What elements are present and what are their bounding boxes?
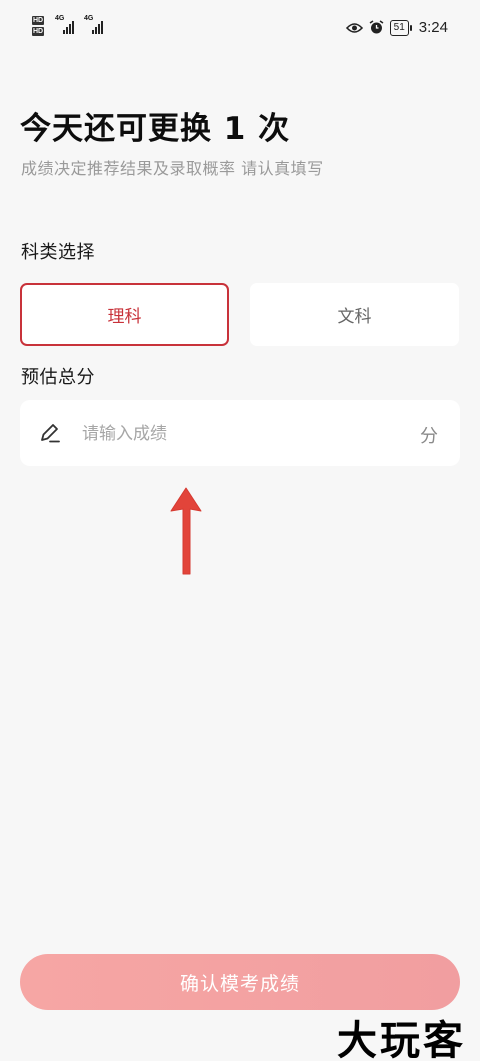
sim2-hd-label: HD [32,27,45,36]
status-right-group: 51 3:24 [345,19,448,36]
network-type-label: 4G [55,15,65,22]
pen-icon [41,424,60,443]
signal-strength-icon: 4G [55,15,74,34]
eye-icon [345,22,363,33]
score-section-label: 预估总分 [21,367,95,388]
page-subtitle: 成绩决定推荐结果及录取概率 请认真填写 [21,159,324,178]
network-type-label-2: 4G [84,15,94,22]
clock-time: 3:24 [418,19,448,36]
watermark-logo: 大玩客 [337,1017,466,1061]
signal-strength-icon-2: 4G [84,15,103,34]
red-arrow-annotation [170,487,202,575]
subject-option-label: 理科 [107,307,142,327]
score-unit-label: 分 [420,426,438,447]
battery-icon: 51 [389,19,412,36]
sim1-hd-label: HD [32,16,45,25]
score-input-container[interactable]: 分 [20,400,460,466]
alarm-icon [369,20,384,34]
subject-option-label: 文科 [337,307,372,327]
sim-indicator: HD HD [32,16,45,38]
subject-section-label: 科类选择 [21,242,95,263]
status-bar: HD HD 4G 4G 51 3:24 [0,0,480,58]
subject-option-liberal-arts[interactable]: 文科 [250,283,459,346]
score-input[interactable] [82,420,402,448]
subject-option-science[interactable]: 理科 [20,283,229,346]
page-title: 今天还可更换 1 次 [20,111,291,147]
confirm-score-button[interactable]: 确认模考成绩 [20,954,460,1010]
